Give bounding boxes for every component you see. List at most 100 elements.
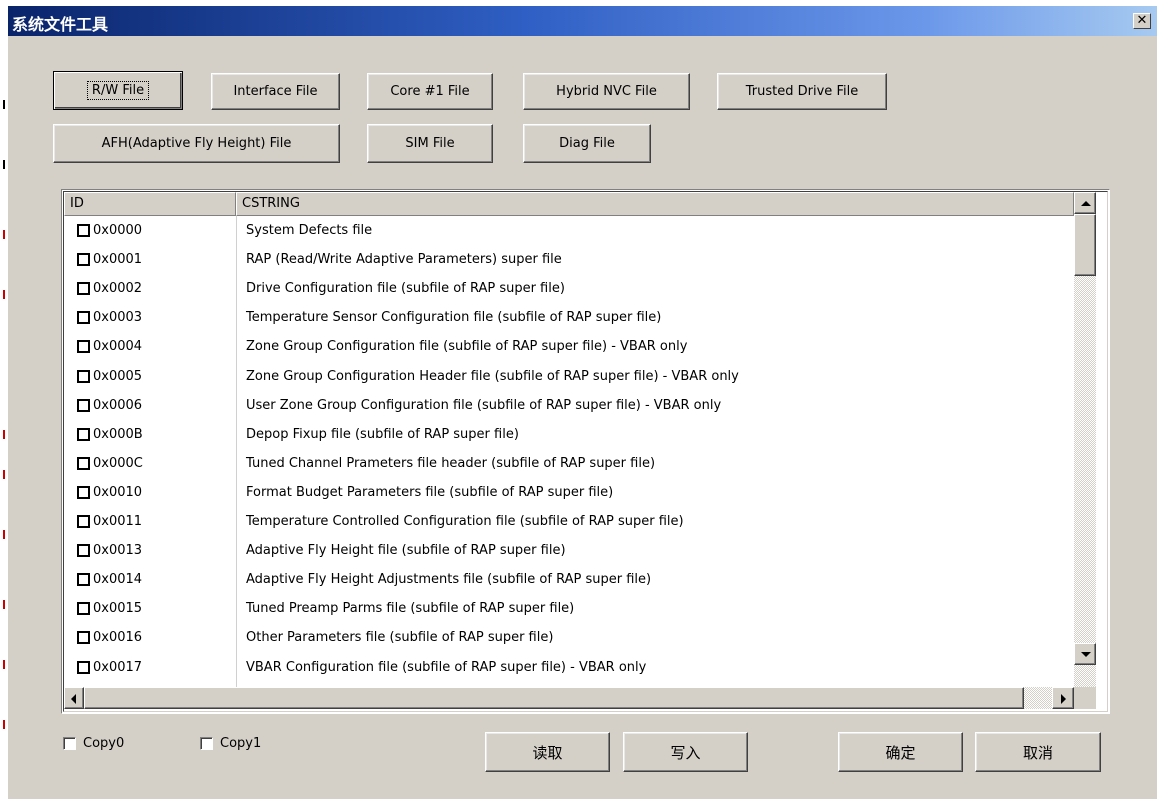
write-label: 写入 bbox=[670, 743, 701, 762]
copy1-checkbox-box[interactable] bbox=[200, 737, 213, 750]
row-cstring: Temperature Controlled Configuration fil… bbox=[246, 514, 684, 529]
write-button[interactable]: 写入 bbox=[623, 732, 748, 772]
column-header-cstring[interactable]: CSTRING bbox=[236, 192, 1074, 216]
vertical-scrollbar[interactable] bbox=[1074, 192, 1096, 689]
ok-button[interactable]: 确定 bbox=[838, 732, 963, 772]
row-id: 0x0013 bbox=[93, 543, 143, 559]
row-checkbox[interactable] bbox=[77, 631, 90, 645]
row-cstring: Adaptive Fly Height Adjustments file (su… bbox=[246, 572, 652, 588]
row-checkbox[interactable] bbox=[77, 485, 90, 499]
row-id: 0x0003 bbox=[93, 310, 143, 326]
table-row[interactable]: 0x0002 Drive Configuration file (subfile … bbox=[64, 275, 1074, 304]
scroll-right-button[interactable] bbox=[1052, 687, 1074, 709]
row-checkbox[interactable] bbox=[77, 311, 90, 325]
scroll-left-button[interactable] bbox=[64, 687, 84, 709]
table-row[interactable]: 0x0001 RAP (Read/Write Adaptive Parameter… bbox=[64, 246, 1074, 275]
cancel-label: 取消 bbox=[1022, 743, 1053, 762]
row-checkbox[interactable] bbox=[77, 456, 90, 470]
table-row[interactable]: 0x0014 Adaptive Fly Height Adjustments fi… bbox=[64, 566, 1074, 595]
row-checkbox[interactable] bbox=[77, 660, 90, 674]
table-row[interactable]: 0x0010 Format Budget Parameters file (sub… bbox=[64, 479, 1074, 508]
table-row[interactable]: 0x0003 Temperature Sensor Configuration f… bbox=[64, 304, 1074, 333]
row-checkbox[interactable] bbox=[77, 573, 90, 587]
row-cstring: User Zone Group Configuration file (subf… bbox=[246, 397, 722, 413]
row-id: 0x0016 bbox=[93, 630, 143, 646]
vertical-scroll-thumb[interactable] bbox=[1074, 214, 1096, 276]
row-id: 0x0002 bbox=[93, 281, 143, 297]
row-checkbox[interactable] bbox=[77, 602, 90, 616]
copy0-label: Copy0 bbox=[83, 736, 125, 751]
row-checkbox[interactable] bbox=[77, 544, 90, 558]
row-cstring: Adaptive Fly Height file (subfile of RAP… bbox=[246, 543, 566, 559]
arrow-up-icon bbox=[1081, 201, 1091, 206]
row-checkbox[interactable] bbox=[77, 253, 90, 267]
row-cstring: Tuned Preamp Parms file (subfile of RAP … bbox=[246, 601, 575, 617]
row-id: 0x0004 bbox=[93, 339, 143, 355]
row-checkbox[interactable] bbox=[77, 282, 90, 296]
row-id: 0x0014 bbox=[93, 572, 143, 588]
close-button[interactable]: ✕ bbox=[1133, 13, 1151, 29]
row-id: 0x0017 bbox=[93, 659, 143, 675]
row-checkbox[interactable] bbox=[77, 369, 90, 383]
horizontal-scrollbar[interactable] bbox=[64, 687, 1074, 709]
row-checkbox[interactable] bbox=[77, 224, 90, 237]
scroll-up-button[interactable] bbox=[1074, 192, 1096, 214]
table-body: 0x0000 System Defects file 0x0001 RAP (Read… bbox=[64, 216, 1074, 687]
row-checkbox[interactable] bbox=[77, 427, 90, 441]
row-cstring: Zone Group Configuration file (subfile o… bbox=[246, 339, 688, 355]
table-row[interactable]: 0x0013 Adaptive Fly Height file (subfile … bbox=[64, 537, 1074, 566]
trusted-drive-file-button[interactable]: Trusted Drive File bbox=[717, 73, 887, 110]
copy0-checkbox-box[interactable] bbox=[63, 737, 76, 750]
table-row[interactable]: 0x0017 VBAR Configuration file (subfile o… bbox=[64, 654, 1074, 683]
table-row[interactable]: 0x0011 Temperature Controlled Configurati… bbox=[64, 508, 1074, 537]
row-id: 0x0001 bbox=[93, 252, 143, 268]
row-cstring: Temperature Sensor Configuration file (s… bbox=[246, 310, 662, 326]
row-cstring: VBAR Configuration file (subfile of RAP … bbox=[246, 659, 647, 675]
row-id: 0x0015 bbox=[93, 601, 143, 617]
cancel-button[interactable]: 取消 bbox=[975, 732, 1101, 772]
row-cstring: Drive Configuration file (subfile of RAP… bbox=[246, 281, 565, 297]
table-row[interactable]: 0x000C Tuned Channel Prameters file heade… bbox=[64, 450, 1074, 479]
table-row[interactable]: 0x0000 System Defects file bbox=[64, 217, 1074, 246]
background-window-edge bbox=[0, 0, 8, 799]
afh-file-label: AFH(Adaptive Fly Height) File bbox=[101, 136, 292, 151]
read-button[interactable]: 读取 bbox=[485, 732, 610, 772]
row-id: 0x0006 bbox=[93, 397, 143, 413]
afh-file-button[interactable]: AFH(Adaptive Fly Height) File bbox=[53, 124, 340, 163]
table-row[interactable]: 0x0016 Other Parameters file (subfile of … bbox=[64, 624, 1074, 653]
table-row[interactable]: 0x0015 Tuned Preamp Parms file (subfile o… bbox=[64, 595, 1074, 624]
row-cstring: Other Parameters file (subfile of RAP su… bbox=[246, 630, 554, 646]
trusted-drive-file-label: Trusted Drive File bbox=[745, 84, 859, 99]
table-row[interactable]: 0x000B Depop Fixup file (subfile of RAP s… bbox=[64, 421, 1074, 450]
hybrid-nvc-file-label: Hybrid NVC File bbox=[556, 84, 657, 99]
core1-file-label: Core #1 File bbox=[390, 84, 470, 99]
sim-file-label: SIM File bbox=[405, 136, 455, 151]
row-cstring: Tuned Channel Prameters file header (sub… bbox=[246, 455, 656, 471]
row-checkbox[interactable] bbox=[77, 340, 90, 354]
row-cstring: Zone Group Configuration Header file (su… bbox=[246, 368, 739, 384]
column-header-id[interactable]: ID bbox=[64, 192, 236, 216]
diag-file-button[interactable]: Diag File bbox=[523, 124, 651, 163]
system-file-list[interactable]: ID CSTRING 0x0000 System Defects file 0x00… bbox=[61, 189, 1110, 714]
table-row[interactable]: 0x0006 User Zone Group Configuration file… bbox=[64, 392, 1074, 421]
rw-file-button[interactable]: R/W File bbox=[53, 71, 183, 110]
interface-file-button[interactable]: Interface File bbox=[211, 73, 340, 110]
column-header-id-label: ID bbox=[70, 196, 84, 211]
table-row[interactable]: 0x0005 Zone Group Configuration Header fi… bbox=[64, 363, 1074, 392]
rw-file-label: R/W File bbox=[86, 81, 150, 100]
horizontal-scroll-thumb[interactable] bbox=[84, 687, 1024, 709]
row-checkbox[interactable] bbox=[77, 398, 90, 412]
core1-file-button[interactable]: Core #1 File bbox=[367, 73, 493, 110]
table-row[interactable]: 0x0004 Zone Group Configuration file (sub… bbox=[64, 333, 1074, 362]
row-cstring: Format Budget Parameters file (subfile o… bbox=[246, 484, 614, 500]
scroll-down-button[interactable] bbox=[1074, 643, 1096, 665]
row-cstring: RAP (Read/Write Adaptive Parameters) sup… bbox=[246, 252, 562, 268]
row-cstring: System Defects file bbox=[246, 223, 373, 238]
hybrid-nvc-file-button[interactable]: Hybrid NVC File bbox=[523, 73, 690, 110]
row-checkbox[interactable] bbox=[77, 515, 90, 528]
title-bar: 系统文件工具 ✕ bbox=[8, 6, 1157, 36]
sim-file-button[interactable]: SIM File bbox=[367, 124, 493, 163]
diag-file-label: Diag File bbox=[559, 136, 615, 151]
column-header-cstring-label: CSTRING bbox=[242, 196, 300, 211]
ok-label: 确定 bbox=[885, 743, 916, 762]
